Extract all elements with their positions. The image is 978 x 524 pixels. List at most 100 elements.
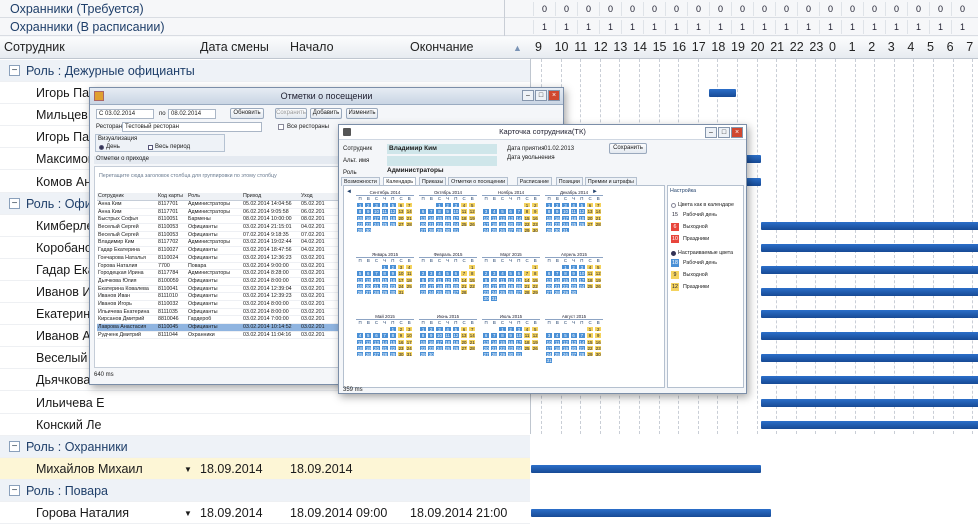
day-cell[interactable]: 27 — [396, 220, 406, 228]
card-save-button[interactable]: Сохранить — [609, 143, 647, 154]
card-minimize-icon[interactable]: – — [705, 127, 717, 138]
day-cell[interactable]: 28 — [459, 289, 469, 296]
shift-bar[interactable] — [761, 288, 978, 296]
column-header[interactable]: Приход — [242, 193, 300, 200]
add-button[interactable]: Добавить — [310, 108, 342, 119]
shift-bar[interactable] — [761, 265, 978, 274]
day-cell[interactable]: 30 — [388, 289, 397, 296]
shift-bar[interactable] — [761, 376, 978, 385]
day-cell[interactable]: 30 — [482, 295, 491, 302]
day-cell[interactable]: 28 — [522, 289, 532, 296]
shift-bar[interactable] — [531, 509, 771, 517]
table-row[interactable]: Веселый Сергей 8110053 Официанты 03.02.2014… — [97, 224, 347, 232]
employee-row[interactable]: Михайлов Михаил 18.09.2014 ▼ 18.09.2014 — [0, 457, 530, 480]
day-cell[interactable]: 26 — [577, 220, 586, 228]
collapse-icon[interactable]: − — [9, 197, 20, 209]
day-cell[interactable]: 28 — [427, 227, 436, 234]
minimize-icon[interactable]: – — [522, 90, 534, 101]
table-row[interactable]: Веселый Сергей 8110053 Официанты 07.02.2014… — [97, 232, 347, 240]
day-cell[interactable]: 28 — [380, 351, 389, 358]
custom-colors-radio[interactable] — [671, 251, 676, 256]
day-cell[interactable]: 25 — [522, 344, 532, 352]
calendar-colors-radio[interactable] — [671, 203, 676, 208]
day-cell[interactable]: 25 — [380, 220, 389, 228]
day-cell[interactable]: 27 — [545, 289, 554, 296]
shift-bar[interactable] — [761, 243, 978, 252]
day-cell[interactable]: 25 — [435, 289, 444, 296]
day-cell[interactable]: 29 — [435, 227, 444, 234]
table-row[interactable]: Иванов Иван 8111010 Официанты 03.02.2014 12… — [97, 293, 347, 301]
table-row[interactable]: Кирсанов Дмитрий 8810046 Гардероб 03.02.201… — [97, 316, 347, 324]
col-shift-date[interactable]: Дата смены — [200, 40, 269, 54]
day-cell[interactable]: 29 — [356, 227, 365, 234]
day-cell[interactable]: 29 — [531, 289, 540, 296]
dropdown-arrow-icon[interactable]: ▼ — [184, 509, 192, 518]
day-cell[interactable]: 24 — [372, 220, 381, 228]
employee-row[interactable]: Горова Наталия 18.09.2014 ▼ 18.09.2014 09:0… — [0, 502, 530, 524]
shift-bar[interactable] — [761, 332, 978, 341]
shift-bar[interactable] — [761, 310, 978, 319]
table-row[interactable]: Иванов Игорь 8110032 Официанты 03.02.2014 8… — [97, 301, 347, 309]
day-cell[interactable]: 30 — [427, 351, 436, 358]
day-cell[interactable]: 28 — [468, 344, 477, 352]
date-from-input[interactable]: С 03.02.2014 — [96, 109, 154, 119]
table-row[interactable]: Рудченк Дмитрий 8111044 Охранники 03.02.201… — [97, 332, 347, 340]
day-cell[interactable]: 30 — [506, 351, 515, 358]
day-cell[interactable]: 30 — [531, 227, 540, 234]
day-cell[interactable]: 30 — [443, 227, 452, 234]
day-cell[interactable]: 26 — [498, 227, 507, 234]
day-radio[interactable] — [99, 145, 104, 150]
table-row[interactable]: Горова Наталия 7700 Повара 03.02.2014 9:00:… — [97, 263, 347, 271]
day-cell[interactable]: 31 — [405, 351, 414, 358]
day-cell[interactable]: 26 — [594, 282, 603, 290]
day-cell[interactable]: 25 — [585, 282, 595, 290]
day-cell[interactable]: 25 — [498, 289, 507, 296]
employee-row[interactable]: Ильичева Е — [0, 392, 530, 414]
day-cell[interactable]: 30 — [396, 351, 406, 358]
collapse-icon[interactable]: − — [9, 484, 20, 496]
day-cell[interactable]: 29 — [561, 289, 570, 296]
table-row[interactable]: Анна Ким 8117701 Администраторы 05.02.2014 … — [97, 201, 347, 209]
maximize-icon[interactable]: □ — [535, 90, 547, 101]
employee-name-field[interactable]: Владимир Ким — [387, 144, 497, 154]
day-cell[interactable]: 24 — [482, 227, 491, 234]
column-header[interactable]: Сотрудник — [97, 193, 157, 200]
day-cell[interactable]: 28 — [405, 220, 414, 228]
day-cell[interactable]: 28 — [372, 289, 381, 296]
column-header[interactable]: Код карты — [157, 193, 187, 200]
employee-row[interactable]: Конский Ле — [0, 414, 530, 436]
shift-bar[interactable] — [761, 221, 978, 230]
day-cell[interactable]: 27 — [451, 289, 460, 296]
date-to-input[interactable]: 08.02.2014 — [168, 109, 216, 119]
day-cell[interactable]: 27 — [372, 351, 381, 358]
table-row[interactable]: Гадар Екатерина 8110027 Официанты 03.02.201… — [97, 247, 347, 255]
day-cell[interactable]: 24 — [435, 344, 444, 352]
column-header[interactable]: Роль — [187, 193, 242, 200]
role-group-row[interactable]: − Роль : Дежурные официанты — [0, 60, 530, 82]
day-cell[interactable]: 25 — [459, 220, 469, 228]
shift-bar[interactable] — [761, 354, 978, 363]
day-cell[interactable]: 27 — [482, 351, 491, 358]
day-cell[interactable]: 26 — [443, 289, 452, 296]
day-cell[interactable]: 28 — [490, 351, 499, 358]
col-end[interactable]: Окончание — [410, 40, 474, 54]
save-button[interactable]: Сохранить — [275, 108, 307, 119]
day-cell[interactable]: 27 — [459, 344, 469, 352]
day-cell[interactable]: 25 — [569, 220, 578, 228]
table-row[interactable]: Владимир Ким 8117702 Администраторы 03.02.2… — [97, 239, 347, 248]
collapse-icon[interactable]: − — [9, 65, 20, 76]
day-cell[interactable]: 31 — [514, 351, 523, 358]
day-cell[interactable]: 27 — [514, 289, 523, 296]
day-cell[interactable]: 27 — [569, 351, 578, 358]
all-restaurants-checkbox[interactable] — [278, 124, 284, 130]
day-cell[interactable]: 28 — [594, 220, 603, 228]
day-cell[interactable]: 27 — [506, 227, 515, 234]
day-cell[interactable]: 30 — [553, 227, 562, 234]
table-row[interactable]: Анна Ким 8117701 Администраторы 06.02.2014 … — [97, 209, 347, 217]
day-cell[interactable]: 31 — [561, 227, 570, 234]
card-close-icon[interactable]: × — [731, 127, 743, 138]
day-cell[interactable]: 28 — [553, 289, 562, 296]
day-cell[interactable]: 29 — [498, 351, 507, 358]
table-row[interactable]: Городецкая Ирина 8117784 Администраторы 03.… — [97, 270, 347, 278]
day-cell[interactable]: 29 — [585, 351, 595, 358]
